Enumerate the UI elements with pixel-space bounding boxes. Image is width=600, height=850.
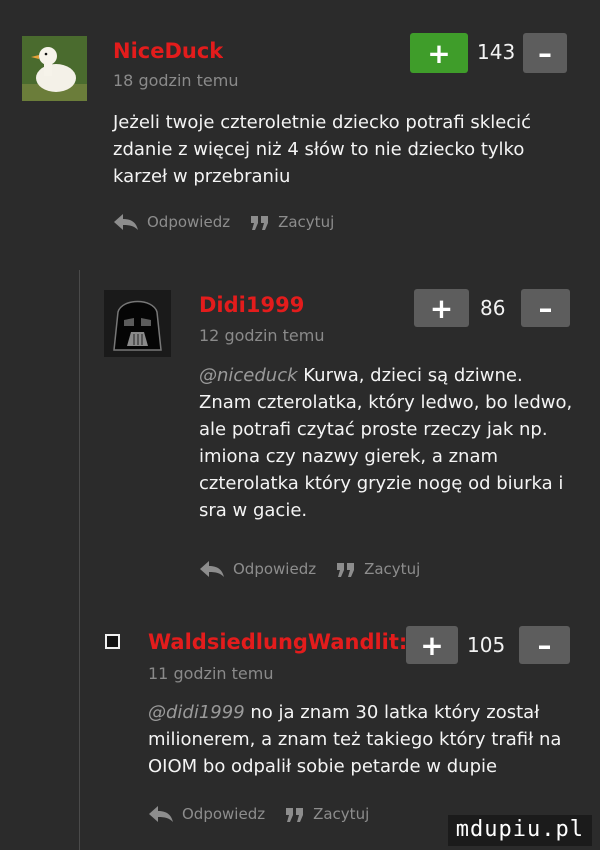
score: 143 xyxy=(477,40,516,64)
comment-text: @niceduck Kurwa, dzieci są dziwne. Znam … xyxy=(199,362,574,524)
timestamp: 18 godzin temu xyxy=(113,71,239,90)
reply-link[interactable]: Odpowiedz xyxy=(148,805,265,823)
comment-actions: Odpowiedz Zacytuj xyxy=(113,213,354,231)
upvote-button[interactable]: + xyxy=(414,289,469,327)
downvote-button[interactable]: – xyxy=(523,33,567,73)
comment-actions: Odpowiedz Zacytuj xyxy=(148,805,389,823)
quote-label: Zacytuj xyxy=(364,560,421,578)
mention-link[interactable]: @niceduck xyxy=(199,365,298,386)
reply-icon xyxy=(149,806,173,822)
reply-icon xyxy=(200,561,224,577)
helmet-avatar-icon xyxy=(104,290,171,357)
downvote-button[interactable]: – xyxy=(519,626,570,664)
avatar[interactable] xyxy=(104,290,171,357)
reply-label: Odpowiedz xyxy=(182,805,266,823)
quote-link[interactable]: Zacytuj xyxy=(336,560,420,578)
timestamp: 11 godzin temu xyxy=(148,664,274,683)
reply-link[interactable]: Odpowiedz xyxy=(199,560,316,578)
mention-link[interactable]: @didi1999 xyxy=(148,702,245,723)
avatar[interactable] xyxy=(105,634,120,649)
comment-actions: Odpowiedz Zacytuj xyxy=(199,560,440,578)
quote-label: Zacytuj xyxy=(313,805,370,823)
quote-label: Zacytuj xyxy=(278,213,335,231)
downvote-button[interactable]: – xyxy=(521,289,570,327)
score: 86 xyxy=(480,296,506,320)
comment-text: Jeżeli twoje czteroletnie dziecko potraf… xyxy=(113,112,532,187)
reply-label: Odpowiedz xyxy=(147,213,231,231)
username[interactable]: Didi1999 xyxy=(199,293,304,317)
reply-link[interactable]: Odpowiedz xyxy=(113,213,230,231)
quote-icon xyxy=(337,563,355,577)
comment-text-body: Kurwa, dzieci są dziwne. Znam czterolatk… xyxy=(199,365,573,521)
reply-thread-line xyxy=(79,270,80,850)
avatar[interactable] xyxy=(22,36,87,101)
reply-label: Odpowiedz xyxy=(233,560,317,578)
quote-icon xyxy=(286,808,304,822)
upvote-button[interactable]: + xyxy=(406,626,458,664)
username[interactable]: WaldsiedlungWandlit: xyxy=(148,630,405,654)
score: 105 xyxy=(467,633,506,657)
reply-icon xyxy=(114,214,138,230)
quote-link[interactable]: Zacytuj xyxy=(250,213,334,231)
timestamp: 12 godzin temu xyxy=(199,326,325,345)
duck-avatar-icon xyxy=(22,36,87,101)
quote-icon xyxy=(251,216,269,230)
square-avatar-icon xyxy=(105,634,120,649)
username[interactable]: NiceDuck xyxy=(113,39,223,63)
comment-text: @didi1999 no ja znam 30 latka który zost… xyxy=(148,699,573,780)
quote-link[interactable]: Zacytuj xyxy=(285,805,369,823)
upvote-button[interactable]: + xyxy=(410,33,468,73)
site-watermark: mdupiu.pl xyxy=(447,815,592,846)
